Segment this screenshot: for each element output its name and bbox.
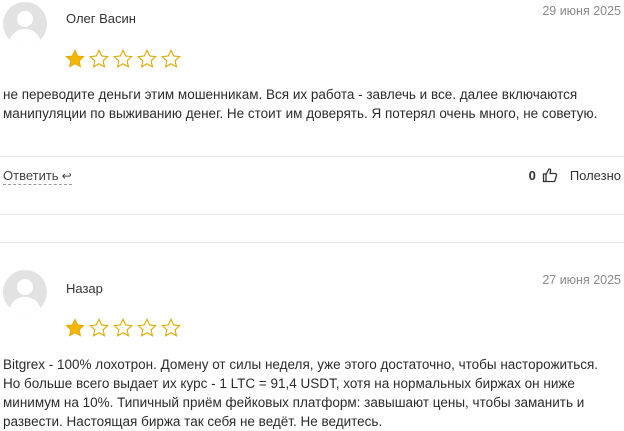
avatar — [3, 2, 47, 46]
review-date: 27 июня 2025 — [542, 273, 621, 287]
helpful-button[interactable]: Полезно — [570, 168, 621, 183]
avatar — [3, 270, 47, 314]
rating-stars — [64, 317, 182, 339]
star-empty-icon — [161, 317, 181, 337]
star-filled-icon — [65, 49, 85, 68]
divider — [0, 156, 624, 157]
star-empty-icon — [161, 48, 181, 68]
reply-label: Ответить — [3, 168, 59, 183]
star-empty-icon — [137, 48, 157, 68]
star-empty-icon — [89, 48, 109, 68]
star-empty-icon — [137, 317, 157, 337]
helpful-block: 0 Полезно — [529, 167, 621, 183]
thumbs-up-icon[interactable] — [542, 167, 558, 183]
user-icon — [9, 279, 41, 314]
author-name: Олег Васин — [66, 11, 136, 26]
section-divider — [0, 242, 624, 243]
review-date: 29 июня 2025 — [542, 4, 621, 18]
star-filled-icon — [65, 318, 85, 337]
author-name: Назар — [66, 281, 103, 296]
helpful-count: 0 — [528, 167, 536, 183]
review-text: не переводите деньги этим мошенникам. Вс… — [3, 87, 598, 121]
reply-arrow-icon: ↩ — [61, 169, 72, 183]
rating-stars — [64, 48, 182, 70]
user-icon — [9, 11, 41, 46]
review-text: Bitgrex - 100% лохотрон. Домену от силы … — [3, 357, 599, 429]
divider — [0, 214, 624, 215]
star-empty-icon — [113, 317, 133, 337]
star-empty-icon — [113, 48, 133, 68]
star-empty-icon — [89, 317, 109, 337]
reply-button[interactable]: Ответить ↩ — [3, 168, 72, 185]
